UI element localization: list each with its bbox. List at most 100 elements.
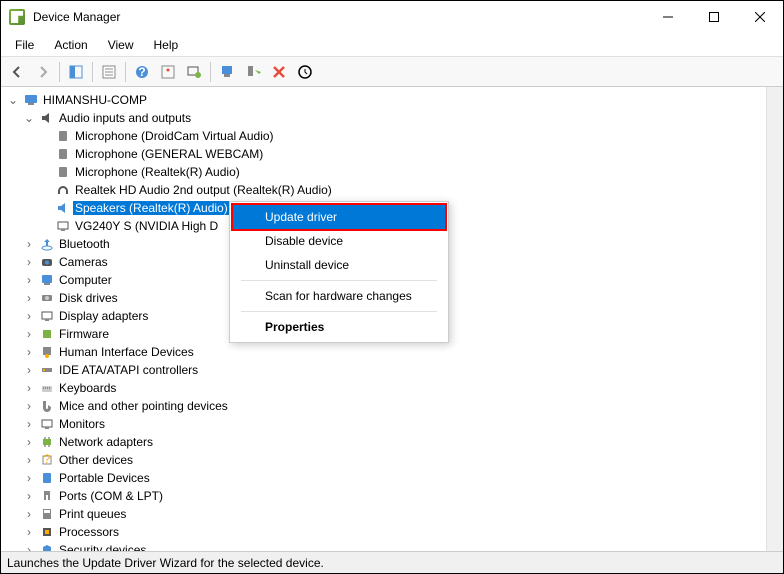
window-title: Device Manager: [33, 10, 645, 24]
chevron-right-icon[interactable]: ›: [21, 254, 37, 270]
update-driver-button[interactable]: [215, 60, 239, 84]
chevron-right-icon[interactable]: ›: [21, 308, 37, 324]
tree-category-audio[interactable]: ⌄ Audio inputs and outputs: [1, 109, 783, 127]
category-icon: [39, 524, 55, 540]
separator: [210, 62, 211, 82]
chevron-right-icon[interactable]: ›: [21, 380, 37, 396]
chevron-right-icon[interactable]: ›: [21, 416, 37, 432]
device-label: VG240Y S (NVIDIA High D: [73, 219, 220, 233]
device-label: Microphone (GENERAL WEBCAM): [73, 147, 265, 161]
category-label: Print queues: [57, 507, 128, 521]
category-label: Processors: [57, 525, 121, 539]
back-button[interactable]: [5, 60, 29, 84]
close-button[interactable]: [737, 1, 783, 33]
tree-root[interactable]: ⌄ HIMANSHU-COMP: [1, 91, 783, 109]
tree-device[interactable]: Microphone (Realtek(R) Audio): [1, 163, 783, 181]
tree-category[interactable]: › Security devices: [1, 541, 783, 551]
scrollbar[interactable]: [766, 87, 783, 551]
category-label: Monitors: [57, 417, 107, 431]
menubar: File Action View Help: [1, 33, 783, 57]
forward-button[interactable]: [31, 60, 55, 84]
scan-hardware-button[interactable]: [182, 60, 206, 84]
device-icon: [55, 164, 71, 180]
separator: [59, 62, 60, 82]
titlebar: Device Manager: [1, 1, 783, 33]
menu-view[interactable]: View: [98, 36, 144, 54]
tree-category[interactable]: › Network adapters: [1, 433, 783, 451]
tree-device[interactable]: Realtek HD Audio 2nd output (Realtek(R) …: [1, 181, 783, 199]
chevron-right-icon[interactable]: ›: [21, 542, 37, 551]
ctx-update-driver[interactable]: Update driver: [231, 203, 447, 231]
ctx-uninstall-device[interactable]: Uninstall device: [233, 253, 445, 277]
tree-category[interactable]: › Monitors: [1, 415, 783, 433]
chevron-right-icon[interactable]: ›: [21, 272, 37, 288]
window-controls: [645, 1, 783, 33]
device-icon: [55, 146, 71, 162]
category-label: Network adapters: [57, 435, 155, 449]
toolbar: ?: [1, 57, 783, 87]
ctx-scan-hardware[interactable]: Scan for hardware changes: [233, 284, 445, 308]
chevron-down-icon[interactable]: ⌄: [21, 110, 37, 126]
tree-category[interactable]: › Human Interface Devices: [1, 343, 783, 361]
help-button[interactable]: ?: [130, 60, 154, 84]
device-label: Speakers (Realtek(R) Audio): [73, 201, 230, 215]
category-icon: [39, 470, 55, 486]
uninstall-button[interactable]: [241, 60, 265, 84]
chevron-right-icon[interactable]: ›: [21, 452, 37, 468]
maximize-button[interactable]: [691, 1, 737, 33]
ctx-disable-device[interactable]: Disable device: [233, 229, 445, 253]
category-icon: [39, 290, 55, 306]
computer-icon: [23, 92, 39, 108]
chevron-right-icon[interactable]: ›: [21, 524, 37, 540]
minimize-button[interactable]: [645, 1, 691, 33]
category-label: Computer: [57, 273, 114, 287]
properties-button[interactable]: [97, 60, 121, 84]
tree-category[interactable]: › Portable Devices: [1, 469, 783, 487]
device-icon: [55, 182, 71, 198]
menu-file[interactable]: File: [5, 36, 44, 54]
tree-category[interactable]: › Mice and other pointing devices: [1, 397, 783, 415]
chevron-right-icon[interactable]: ›: [21, 398, 37, 414]
tree-category[interactable]: › Ports (COM & LPT): [1, 487, 783, 505]
chevron-right-icon[interactable]: ›: [21, 326, 37, 342]
disable-button[interactable]: [267, 60, 291, 84]
separator: [125, 62, 126, 82]
device-icon: [55, 200, 71, 216]
chevron-right-icon[interactable]: ›: [21, 488, 37, 504]
action-button[interactable]: [156, 60, 180, 84]
chevron-down-icon[interactable]: ⌄: [5, 92, 21, 108]
context-menu: Update driver Disable device Uninstall d…: [229, 201, 449, 343]
chevron-right-icon[interactable]: ›: [21, 434, 37, 450]
category-icon: [39, 326, 55, 342]
category-label: Mice and other pointing devices: [57, 399, 230, 413]
tree-category[interactable]: › ? Other devices: [1, 451, 783, 469]
tree-category[interactable]: › Processors: [1, 523, 783, 541]
category-icon: [39, 344, 55, 360]
device-label: Realtek HD Audio 2nd output (Realtek(R) …: [73, 183, 334, 197]
chevron-right-icon[interactable]: ›: [21, 290, 37, 306]
chevron-right-icon[interactable]: ›: [21, 344, 37, 360]
menu-help[interactable]: Help: [144, 36, 189, 54]
app-icon: [9, 9, 25, 25]
tree-category[interactable]: › IDE ATA/ATAPI controllers: [1, 361, 783, 379]
category-label: Disk drives: [57, 291, 120, 305]
tree-category[interactable]: › Keyboards: [1, 379, 783, 397]
chevron-right-icon[interactable]: ›: [21, 362, 37, 378]
show-hide-tree-button[interactable]: [64, 60, 88, 84]
tree-device[interactable]: Microphone (GENERAL WEBCAM): [1, 145, 783, 163]
category-icon: [39, 542, 55, 551]
chevron-right-icon[interactable]: ›: [21, 506, 37, 522]
device-icon: [55, 218, 71, 234]
category-icon: [39, 434, 55, 450]
enable-button[interactable]: [293, 60, 317, 84]
chevron-right-icon[interactable]: ›: [21, 470, 37, 486]
category-icon: [39, 416, 55, 432]
device-tree[interactable]: ⌄ HIMANSHU-COMP ⌄ Audio inputs and outpu…: [1, 87, 783, 551]
tree-category[interactable]: › Print queues: [1, 505, 783, 523]
ctx-properties[interactable]: Properties: [233, 315, 445, 339]
tree-device[interactable]: Microphone (DroidCam Virtual Audio): [1, 127, 783, 145]
category-icon: [39, 308, 55, 324]
menu-action[interactable]: Action: [44, 36, 97, 54]
chevron-right-icon[interactable]: ›: [21, 236, 37, 252]
category-label: Firmware: [57, 327, 111, 341]
